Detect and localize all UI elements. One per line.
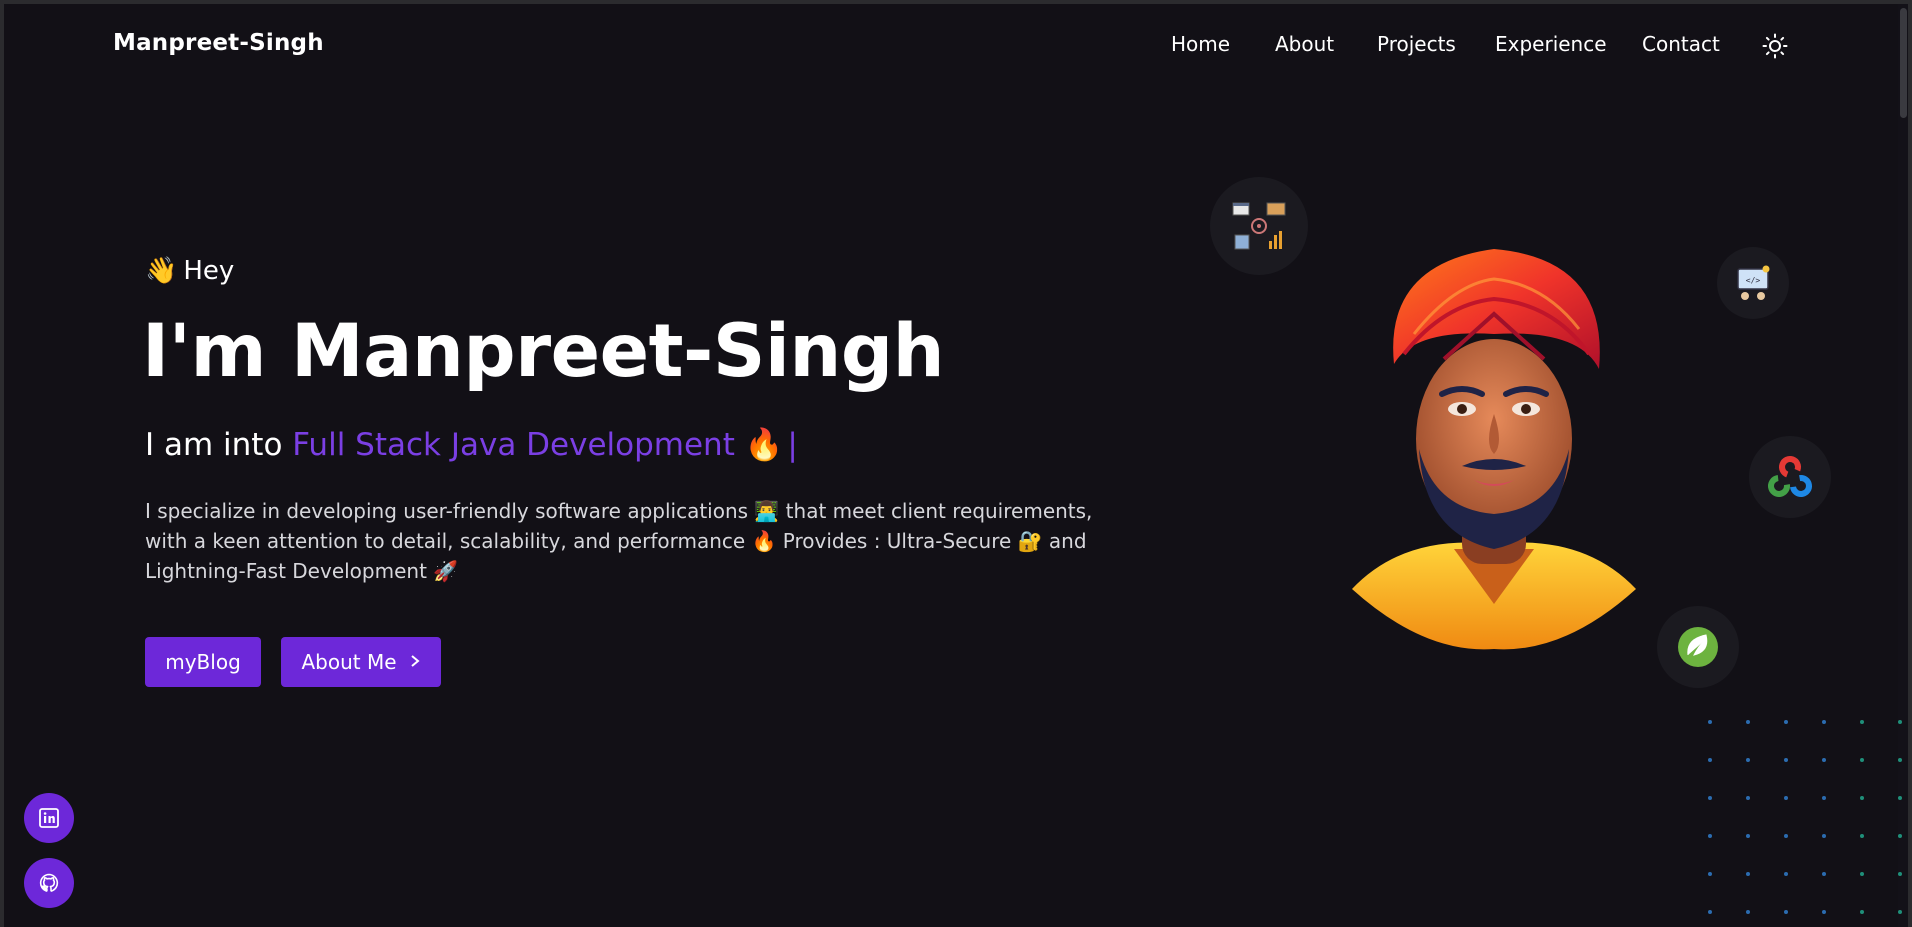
decorative-dot xyxy=(1784,834,1788,838)
decorative-dot xyxy=(1746,796,1750,800)
decorative-dot xyxy=(1898,758,1902,762)
hero-subtitle: I am into Full Stack Java Development 🔥 | xyxy=(145,426,798,463)
decorative-dot xyxy=(1708,796,1712,800)
opencv-icon xyxy=(1749,436,1831,518)
typing-cursor: | xyxy=(787,427,798,463)
decorative-dot xyxy=(1746,834,1750,838)
decorative-dot xyxy=(1708,834,1712,838)
decorative-dot xyxy=(1822,720,1826,724)
github-icon[interactable] xyxy=(24,858,74,908)
spring-leaf-icon xyxy=(1657,606,1739,688)
myblog-button[interactable]: myBlog xyxy=(145,637,261,687)
decorative-dot xyxy=(1860,910,1864,914)
greeting: 👋 Hey xyxy=(145,256,234,286)
myblog-button-label: myBlog xyxy=(165,650,241,674)
decorative-dot xyxy=(1898,796,1902,800)
decorative-dot xyxy=(1708,720,1712,724)
waving-hand-icon: 👋 xyxy=(145,256,178,286)
decorative-dot xyxy=(1898,834,1902,838)
nav-home[interactable]: Home xyxy=(1171,32,1230,56)
decorative-dot xyxy=(1822,910,1826,914)
about-me-button[interactable]: About Me xyxy=(281,637,441,687)
decorative-dot xyxy=(1784,758,1788,762)
decorative-dot xyxy=(1746,872,1750,876)
nav-about[interactable]: About xyxy=(1275,32,1334,56)
decorative-dot xyxy=(1860,758,1864,762)
greeting-text: Hey xyxy=(183,256,235,286)
decorative-dot xyxy=(1708,910,1712,914)
nav-contact[interactable]: Contact xyxy=(1642,32,1720,56)
decorative-dot xyxy=(1898,720,1902,724)
brand-logo[interactable]: Manpreet-Singh xyxy=(113,30,324,56)
decorative-dot xyxy=(1860,796,1864,800)
decorative-dot xyxy=(1822,872,1826,876)
nav-experience[interactable]: Experience xyxy=(1495,32,1607,56)
decorative-dot xyxy=(1860,834,1864,838)
decorative-dot xyxy=(1746,758,1750,762)
hero-description: I specialize in developing user-friendly… xyxy=(145,499,1093,583)
decorative-dot xyxy=(1822,834,1826,838)
decorative-dot xyxy=(1822,796,1826,800)
decorative-dot xyxy=(1898,910,1902,914)
decorative-dot xyxy=(1784,796,1788,800)
decorative-dot xyxy=(1784,910,1788,914)
about-me-button-label: About Me xyxy=(301,650,397,674)
decorative-dot xyxy=(1860,872,1864,876)
decorative-dot xyxy=(1784,872,1788,876)
subtitle-prefix: I am into xyxy=(145,427,283,463)
decorative-dot xyxy=(1746,720,1750,724)
developer-coding-icon: </> xyxy=(1717,247,1789,319)
linkedin-icon[interactable] xyxy=(24,793,74,843)
sun-icon[interactable] xyxy=(1762,33,1788,59)
decorative-dot xyxy=(1898,872,1902,876)
dot-pattern xyxy=(1708,720,1902,914)
nav-projects[interactable]: Projects xyxy=(1377,32,1456,56)
decorative-dot xyxy=(1860,720,1864,724)
decorative-dot xyxy=(1708,872,1712,876)
decorative-dot xyxy=(1708,758,1712,762)
avatar xyxy=(1344,244,1644,654)
fire-icon: 🔥 xyxy=(744,427,784,463)
svg-text:</>: </> xyxy=(1746,276,1761,285)
hero-title: I'm Manpreet-Singh xyxy=(142,309,945,394)
system-components-icon xyxy=(1210,177,1308,275)
page: Manpreet-Singh Home About Projects Exper… xyxy=(4,4,1908,927)
scrollbar-thumb[interactable] xyxy=(1900,8,1907,118)
decorative-dot xyxy=(1746,910,1750,914)
decorative-dot xyxy=(1784,720,1788,724)
decorative-dot xyxy=(1822,758,1826,762)
subtitle-accent: Full Stack Java Development xyxy=(292,427,735,463)
chevron-right-icon xyxy=(409,652,421,673)
